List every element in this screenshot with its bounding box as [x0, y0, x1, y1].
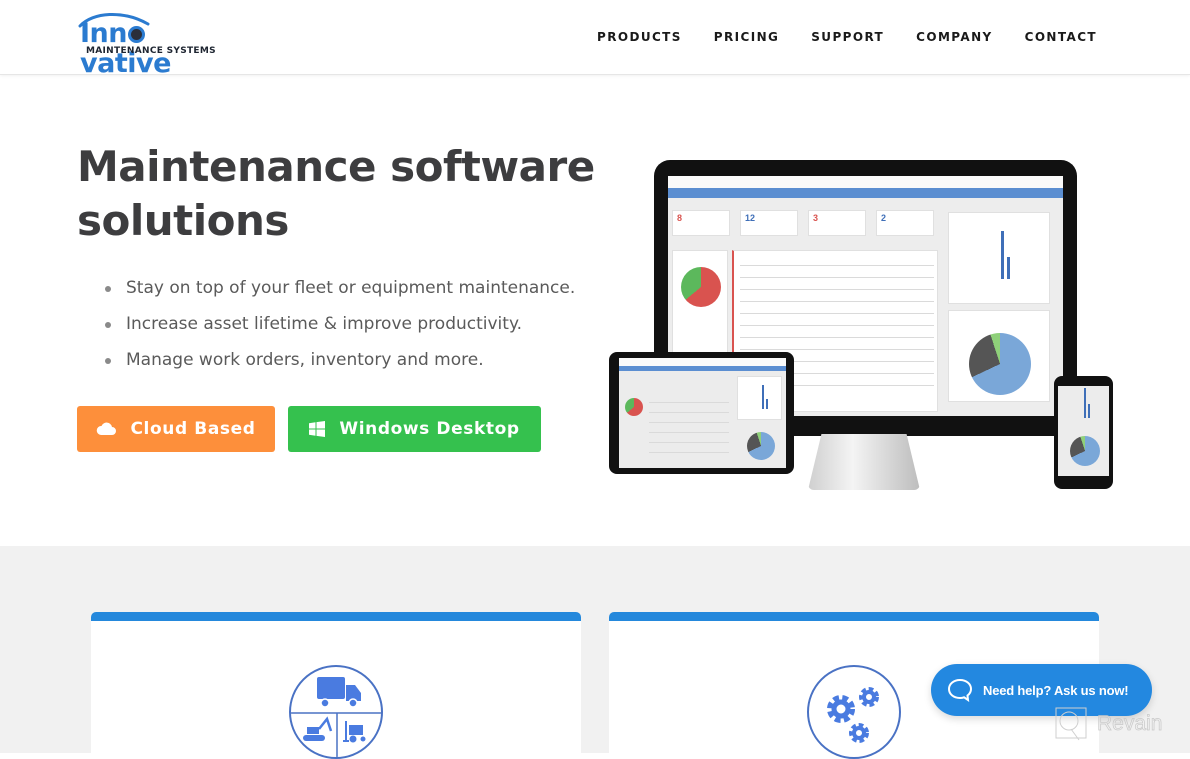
feature-card-fleet[interactable]	[91, 612, 581, 759]
stat-value: 12	[745, 213, 756, 223]
windows-desktop-label: Windows Desktop	[339, 419, 520, 439]
tablet-pie	[625, 398, 643, 416]
stat-card: 12	[740, 210, 798, 236]
cloud-based-label: Cloud Based	[130, 419, 256, 439]
bar	[1007, 257, 1010, 279]
device-illustration: 8 12 3 2	[608, 158, 1118, 493]
revain-logo-icon	[1055, 707, 1087, 741]
bullet-icon	[105, 286, 111, 292]
main-nav: PRODUCTS PRICING SUPPORT COMPANY CONTACT	[597, 30, 1097, 44]
tablet-cost-pie	[747, 432, 775, 460]
chat-label: Need help? Ask us now!	[983, 682, 1129, 698]
app-navbar	[668, 188, 1063, 198]
watermark: Revain	[1055, 707, 1163, 741]
logo-text-1: Inn	[80, 18, 128, 49]
app-titlebar	[668, 176, 1063, 188]
logo-gear-icon	[128, 26, 145, 43]
cost-bar-chart	[948, 212, 1050, 304]
list-item: Manage work orders, inventory and more.	[105, 342, 575, 378]
stat-card: 8	[672, 210, 730, 236]
feature-list: Stay on top of your fleet or equipment m…	[105, 270, 575, 378]
stat-value: 3	[813, 213, 819, 223]
phone-screen	[1058, 386, 1109, 476]
tablet-screen	[619, 358, 786, 468]
bar	[1001, 231, 1004, 279]
nav-contact[interactable]: CONTACT	[1025, 30, 1097, 44]
watermark-label: Revain	[1097, 712, 1163, 736]
title-line-1: Maintenance software	[77, 142, 595, 191]
cloud-based-button[interactable]: Cloud Based	[77, 406, 275, 452]
windows-desktop-button[interactable]: Windows Desktop	[288, 406, 541, 452]
bullet-icon	[105, 322, 111, 328]
list-item: Increase asset lifetime & improve produc…	[105, 306, 575, 342]
gears-svg	[827, 687, 879, 743]
page-title: Maintenance software solutions	[77, 140, 617, 248]
gears-icon	[807, 665, 901, 759]
fleet-equipment-svg	[291, 677, 381, 757]
nav-products[interactable]: PRODUCTS	[597, 30, 682, 44]
nav-company[interactable]: COMPANY	[916, 30, 992, 44]
cloud-icon	[97, 422, 117, 435]
logo[interactable]: Innvative MAINTENANCE SYSTEMS	[78, 10, 228, 79]
stat-value: 2	[881, 213, 887, 223]
cost-pie-chart	[948, 310, 1050, 402]
logo-tagline: MAINTENANCE SYSTEMS	[86, 46, 216, 56]
stat-card: 2	[876, 210, 934, 236]
list-item: Stay on top of your fleet or equipment m…	[105, 270, 575, 306]
list-item-text: Manage work orders, inventory and more.	[126, 350, 484, 370]
phone-pie	[1070, 436, 1100, 466]
chat-bubble-icon	[947, 678, 973, 702]
site-header: Innvative MAINTENANCE SYSTEMS PRODUCTS P…	[0, 0, 1190, 79]
nav-support[interactable]: SUPPORT	[811, 30, 884, 44]
cost-pie	[969, 333, 1031, 395]
monitor-stand	[808, 434, 920, 490]
bullet-icon	[105, 358, 111, 364]
nav-pricing[interactable]: PRICING	[714, 30, 779, 44]
windows-icon	[309, 421, 326, 437]
phone	[1054, 376, 1113, 489]
stat-card: 3	[808, 210, 866, 236]
tablet	[609, 352, 794, 474]
list-item-text: Increase asset lifetime & improve produc…	[126, 314, 522, 334]
list-item-text: Stay on top of your fleet or equipment m…	[126, 278, 576, 298]
fleet-equipment-icon	[289, 665, 383, 759]
stat-value: 8	[677, 213, 683, 223]
equipment-card	[672, 250, 728, 360]
equipment-pie	[681, 267, 721, 307]
title-line-2: solutions	[77, 196, 289, 245]
